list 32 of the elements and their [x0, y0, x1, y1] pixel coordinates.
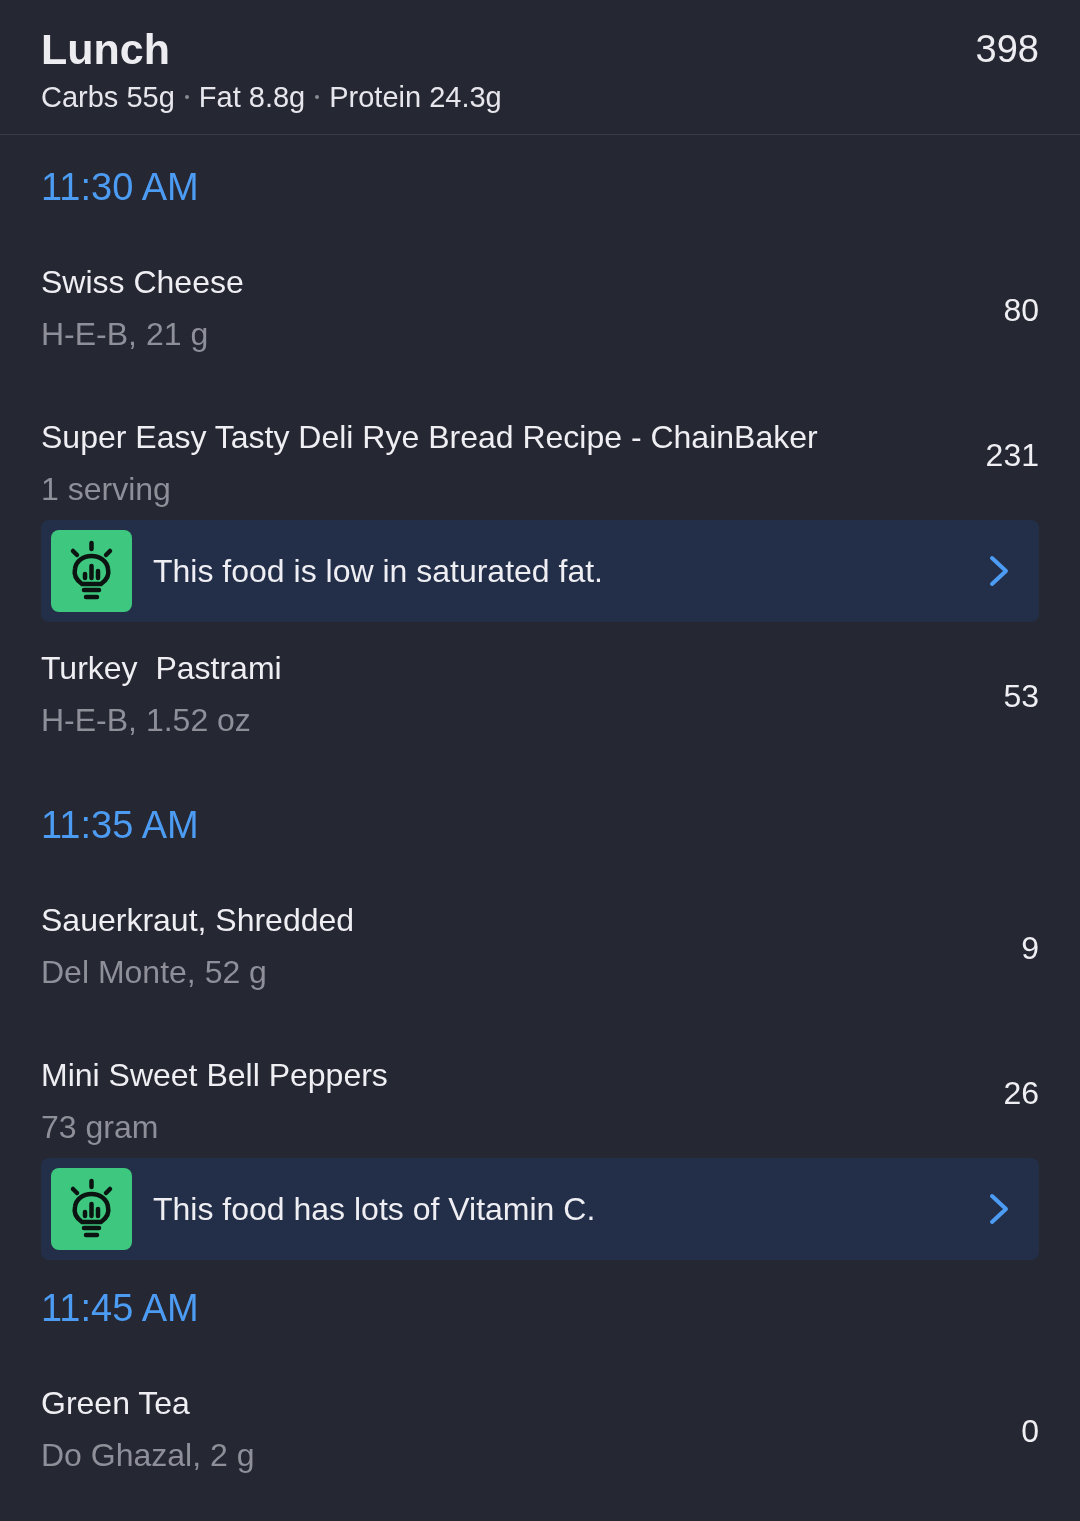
food-name: Turkey Pastrami — [41, 649, 282, 688]
food-detail: 73 gram — [41, 1108, 160, 1147]
time-heading: 11:30 AM — [41, 165, 200, 210]
food-detail: Del Monte, 52 g — [41, 953, 268, 992]
food-detail: 1 serving — [41, 470, 172, 509]
calorie-count: 0 — [1021, 1412, 1039, 1451]
food-detail: H-E-B, 1.52 oz — [41, 701, 252, 740]
calorie-count: 231 — [985, 436, 1039, 475]
food-name: Swiss Cheese — [41, 263, 244, 302]
tip-banner[interactable]: This food has lots of Vitamin C. — [41, 1158, 1039, 1260]
food-name: Sauerkraut, Shredded — [41, 901, 355, 940]
lightbulb-icon — [51, 530, 132, 612]
calorie-count: 9 — [1021, 929, 1039, 968]
food-detail: H-E-B, 21 g — [41, 315, 210, 354]
tip-banner[interactable]: This food is low in saturated fat. — [41, 520, 1039, 622]
time-heading: 11:35 AM — [41, 803, 200, 848]
calorie-count: 53 — [1003, 677, 1039, 716]
food-name: Super Easy Tasty Deli Rye Bread Recipe - ChainBaker — [41, 418, 818, 457]
calorie-total: 398 — [975, 27, 1039, 72]
food-name: Green Tea — [41, 1384, 191, 1423]
meal-title: Lunch — [41, 24, 170, 75]
food-name: Mini Sweet Bell Peppers — [41, 1056, 388, 1095]
macro-label: Fat 8.8g — [198, 80, 306, 115]
lightbulb-icon — [51, 1168, 132, 1250]
macro-label: Carbs 55g — [41, 80, 175, 115]
chevron-right-icon — [989, 555, 1009, 587]
food-detail: Do Ghazal, 2 g — [41, 1436, 255, 1475]
chevron-right-icon — [989, 1193, 1009, 1225]
calorie-count: 26 — [1003, 1074, 1039, 1113]
macro-label: Protein 24.3g — [329, 80, 502, 115]
time-heading: 11:45 AM — [41, 1286, 200, 1331]
calorie-count: 80 — [1003, 291, 1039, 330]
